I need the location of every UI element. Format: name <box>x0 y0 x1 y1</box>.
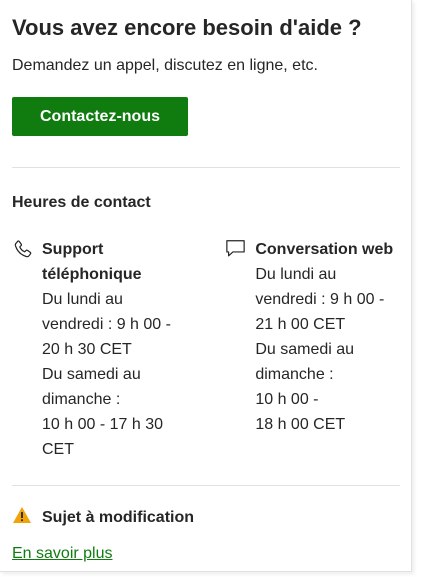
chat-hours-line: Du lundi au <box>255 266 337 283</box>
phone-hours-line: Du lundi au <box>42 291 123 308</box>
web-chat-title-line: Conversation web <box>255 241 394 258</box>
page-title: Vous avez encore besoin d'aide ? <box>12 15 362 40</box>
phone-hours-line: vendredi : 9 h 00 - <box>42 316 171 333</box>
web-chat-column: Conversation web Du lundi au vendredi : … <box>225 237 399 462</box>
notice-title: Sujet à modification <box>42 508 195 526</box>
phone-hours-line: 10 h 00 - 17 h 30 <box>42 416 163 433</box>
phone-hours-line: CET <box>42 441 74 458</box>
chat-hours-line: vendredi : 9 h 00 - <box>255 291 385 308</box>
help-card: Vous avez encore besoin d'aide ? Demande… <box>0 0 412 572</box>
phone-support-text: Support téléphonique Du lundi au vendred… <box>42 237 171 462</box>
chat-hours-line: 10 h 00 - <box>255 391 319 408</box>
phone-support-column: Support téléphonique Du lundi au vendred… <box>12 237 225 462</box>
contact-us-button[interactable]: Contactez-nous <box>12 97 188 136</box>
divider <box>12 167 400 168</box>
chat-hours-line: Du samedi au <box>255 341 355 358</box>
learn-more-link[interactable]: En savoir plus <box>12 543 113 565</box>
notice: Sujet à modification <box>12 506 399 529</box>
chat-hours-line: 21 h 00 CET <box>255 316 346 333</box>
phone-hours-line: Du samedi au <box>42 366 141 383</box>
chat-bubble-icon <box>225 237 255 263</box>
phone-icon <box>12 237 42 265</box>
contact-hours-heading: Heures de contact <box>12 194 151 211</box>
chat-hours-line: dimanche : <box>255 366 334 383</box>
phone-support-title-line: Support <box>42 241 104 258</box>
web-chat-text: Conversation web Du lundi au vendredi : … <box>255 237 393 437</box>
phone-support-title-line: téléphonique <box>42 266 142 283</box>
phone-hours-line: dimanche : <box>42 391 121 408</box>
contact-hours-columns: Support téléphonique Du lundi au vendred… <box>12 237 399 462</box>
chat-hours-line: 18 h 00 CET <box>255 416 346 433</box>
phone-hours-line: 20 h 30 CET <box>42 341 132 358</box>
subtitle: Demandez un appel, discutez en ligne, et… <box>12 57 318 74</box>
warning-icon <box>12 506 42 529</box>
divider <box>12 485 400 486</box>
